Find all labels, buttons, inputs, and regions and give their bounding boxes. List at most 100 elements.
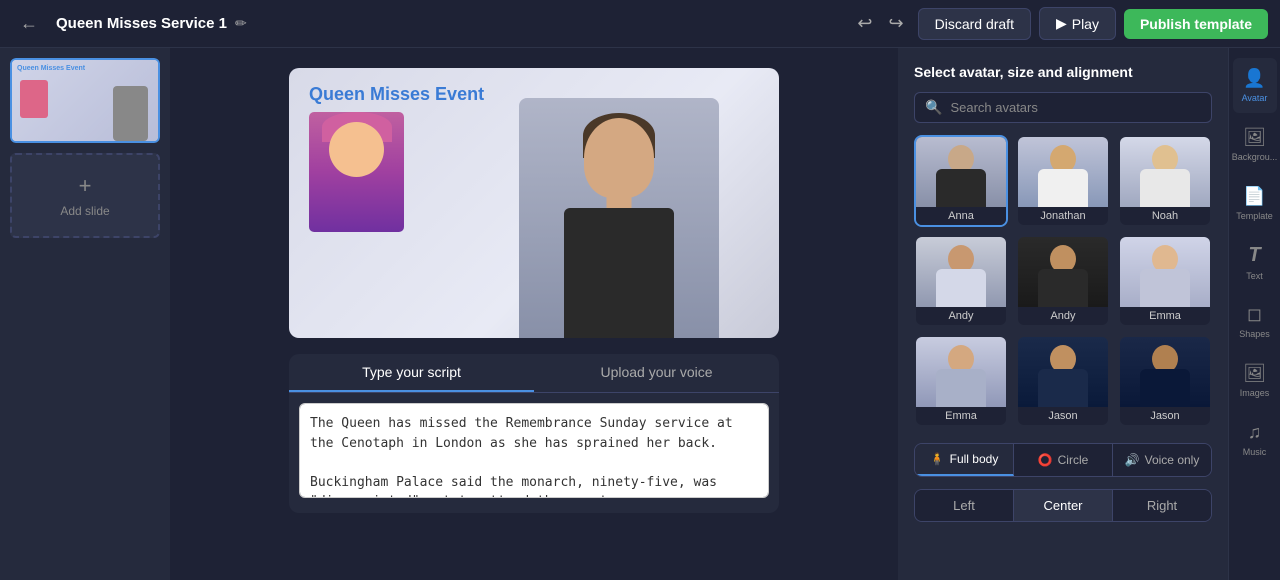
- slide-1[interactable]: 1 Queen Misses Event: [10, 58, 160, 143]
- rail-item-music[interactable]: ♫ Music: [1233, 412, 1277, 467]
- avatar-card-jason1[interactable]: Jason: [1016, 335, 1110, 427]
- slide-thumb-inner: Queen Misses Event: [12, 60, 158, 141]
- jason2-body: [1140, 369, 1190, 407]
- title-area: Queen Misses Service 1 ✏: [56, 15, 841, 32]
- add-slide-label: Add slide: [60, 204, 109, 218]
- avatar-card-noah2[interactable]: Andy: [914, 235, 1008, 327]
- avatar-img-emma1: [1120, 237, 1210, 307]
- background-rail-icon: 🖼: [1243, 127, 1266, 148]
- shapes-rail-icon: ◻: [1247, 304, 1262, 325]
- avatar-search-bar: 🔍: [914, 92, 1212, 123]
- play-button[interactable]: ▶ Play: [1039, 7, 1116, 40]
- rail-item-background[interactable]: 🖼 Backgrou...: [1233, 117, 1277, 172]
- redo-button[interactable]: ↪: [883, 9, 910, 38]
- images-rail-icon: 🖼: [1243, 363, 1266, 384]
- topbar-actions: ↩ ↪ Discard draft ▶ Play Publish templat…: [851, 7, 1268, 40]
- thumb-queen-image: [20, 80, 48, 118]
- canvas-avatar: [519, 98, 719, 338]
- rail-item-text[interactable]: T Text: [1233, 235, 1277, 290]
- avatar-img-emma2: [916, 337, 1006, 407]
- slides-panel: 1 Queen Misses Event + Add slide: [0, 48, 170, 580]
- jonathan-body: [1038, 169, 1088, 207]
- emma2-name: Emma: [916, 407, 1006, 425]
- avatar-grid: Anna Jonathan: [914, 135, 1212, 427]
- canvas-title: Queen Misses Event: [309, 84, 484, 105]
- noah1-body: [1140, 169, 1190, 207]
- rail-item-images[interactable]: 🖼 Images: [1233, 353, 1277, 408]
- andy-body: [1038, 269, 1088, 307]
- jonathan-name: Jonathan: [1018, 207, 1108, 225]
- avatar-img-noah1: [1120, 137, 1210, 207]
- tab-type-script[interactable]: Type your script: [289, 354, 534, 392]
- music-rail-label: Music: [1243, 447, 1267, 458]
- noah2-body: [936, 269, 986, 307]
- jason1-body: [1038, 369, 1088, 407]
- shapes-rail-label: Shapes: [1239, 329, 1270, 340]
- style-voice-only-button[interactable]: 🔊 Voice only: [1113, 444, 1211, 476]
- script-textarea-wrap: [289, 393, 779, 513]
- circle-label: Circle: [1058, 453, 1089, 467]
- template-rail-label: Template: [1236, 211, 1273, 222]
- jason1-name: Jason: [1018, 407, 1108, 425]
- queen-image: [309, 112, 404, 232]
- avatar-card-anna[interactable]: Anna: [914, 135, 1008, 227]
- align-center-button[interactable]: Center: [1014, 490, 1113, 521]
- discard-button[interactable]: Discard draft: [918, 8, 1031, 40]
- avatar-card-noah1[interactable]: Noah: [1118, 135, 1212, 227]
- avatar-panel-title: Select avatar, size and alignment: [914, 64, 1212, 80]
- alignment-row: Left Center Right: [914, 489, 1212, 522]
- text-rail-label: Text: [1246, 271, 1263, 282]
- avatar-card-andy[interactable]: Andy: [1016, 235, 1110, 327]
- tab-upload-voice[interactable]: Upload your voice: [534, 354, 779, 392]
- avatar-img-jason1: [1018, 337, 1108, 407]
- icon-rail: 👤 Avatar 🖼 Backgrou... 📄 Template T Text…: [1228, 48, 1280, 580]
- avatar-card-jason2[interactable]: Jason: [1118, 335, 1212, 427]
- anna-name: Anna: [916, 207, 1006, 225]
- style-circle-button[interactable]: ⭕ Circle: [1014, 444, 1113, 476]
- align-left-button[interactable]: Left: [915, 490, 1014, 521]
- jason2-name: Jason: [1120, 407, 1210, 425]
- circle-icon: ⭕: [1038, 453, 1053, 467]
- avatar-card-emma2[interactable]: Emma: [914, 335, 1008, 427]
- voice-only-label: Voice only: [1145, 453, 1200, 467]
- align-right-button[interactable]: Right: [1113, 490, 1211, 521]
- undo-redo-group: ↩ ↪: [851, 9, 909, 38]
- avatar-style-row: 🧍 Full body ⭕ Circle 🔊 Voice only: [914, 443, 1212, 477]
- center-panel: Queen Misses Event Type your script Uplo…: [170, 48, 898, 580]
- thumb-avatar-figure: [113, 86, 148, 141]
- canvas-preview: Queen Misses Event: [289, 68, 779, 338]
- emma1-body: [1140, 269, 1190, 307]
- document-title: Queen Misses Service 1: [56, 15, 227, 32]
- avatar-card-jonathan[interactable]: Jonathan: [1016, 135, 1110, 227]
- style-full-body-button[interactable]: 🧍 Full body: [915, 444, 1014, 476]
- rail-item-avatar[interactable]: 👤 Avatar: [1233, 58, 1277, 113]
- text-rail-icon: T: [1248, 244, 1260, 267]
- thumb-label: Queen Misses Event: [17, 65, 85, 72]
- add-slide-button[interactable]: + Add slide: [10, 153, 160, 238]
- topbar: ← Queen Misses Service 1 ✏ ↩ ↪ Discard d…: [0, 0, 1280, 48]
- full-body-label: Full body: [950, 452, 999, 466]
- script-section: Type your script Upload your voice: [289, 354, 779, 513]
- publish-button[interactable]: Publish template: [1124, 9, 1268, 39]
- back-button[interactable]: ←: [12, 9, 46, 38]
- voice-only-icon: 🔊: [1125, 453, 1140, 467]
- edit-title-icon[interactable]: ✏: [235, 15, 247, 32]
- search-icon: 🔍: [925, 99, 942, 116]
- queen-face: [329, 122, 384, 177]
- music-rail-icon: ♫: [1248, 422, 1262, 443]
- avatar-img-andy: [1018, 237, 1108, 307]
- avatar-shirt: [564, 208, 674, 338]
- add-slide-icon: +: [79, 173, 92, 199]
- script-textarea[interactable]: [299, 403, 769, 498]
- avatar-img-jonathan: [1018, 137, 1108, 207]
- avatar-card-emma1[interactable]: Emma: [1118, 235, 1212, 327]
- rail-item-template[interactable]: 📄 Template: [1233, 176, 1277, 231]
- avatar-search-input[interactable]: [950, 100, 1201, 115]
- rail-item-shapes[interactable]: ◻ Shapes: [1233, 294, 1277, 349]
- images-rail-label: Images: [1240, 388, 1270, 399]
- template-rail-icon: 📄: [1243, 186, 1265, 207]
- undo-button[interactable]: ↩: [851, 9, 878, 38]
- avatar-head: [584, 118, 654, 198]
- emma1-name: Emma: [1120, 307, 1210, 325]
- avatar-rail-icon: 👤: [1243, 68, 1265, 89]
